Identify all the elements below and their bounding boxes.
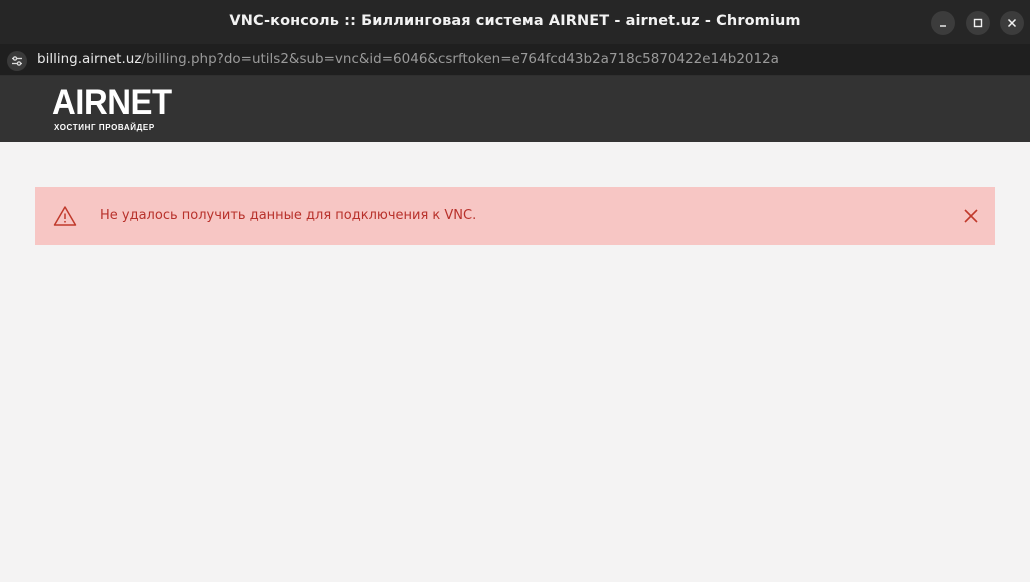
close-window-button[interactable] xyxy=(1000,11,1024,35)
logo-wordmark: AIRNET xyxy=(52,83,172,122)
url-path: /billing.php?do=utils2&sub=vnc&id=6046&c… xyxy=(141,51,779,67)
minimize-icon xyxy=(940,25,946,27)
url-host: billing.airnet.uz xyxy=(37,51,142,67)
warning-triangle-icon xyxy=(53,206,77,226)
minimize-button[interactable] xyxy=(931,11,955,35)
close-icon xyxy=(1007,18,1017,28)
maximize-icon xyxy=(973,18,983,28)
maximize-button[interactable] xyxy=(966,11,990,35)
alert-message: Не удалось получить данные для подключен… xyxy=(100,208,477,223)
site-settings-icon[interactable] xyxy=(7,51,27,71)
logo-tagline: ХОСТИНГ ПРОВАЙДЕР xyxy=(54,123,155,132)
close-icon[interactable] xyxy=(960,205,982,227)
address-bar[interactable]: billing.airnet.uz/billing.php?do=utils2&… xyxy=(0,44,1030,76)
error-alert: Не удалось получить данные для подключен… xyxy=(35,187,995,245)
window-title: VNC-консоль :: Биллинговая система AIRNE… xyxy=(229,13,801,29)
airnet-logo[interactable]: AIRNET ХОСТИНГ ПРОВАЙДЕР xyxy=(50,84,172,136)
browser-titlebar: VNC-консоль :: Биллинговая система AIRNE… xyxy=(0,0,1030,44)
site-header: AIRNET ХОСТИНГ ПРОВАЙДЕР xyxy=(0,76,1030,142)
url-text[interactable]: billing.airnet.uz/billing.php?do=utils2&… xyxy=(37,51,779,67)
